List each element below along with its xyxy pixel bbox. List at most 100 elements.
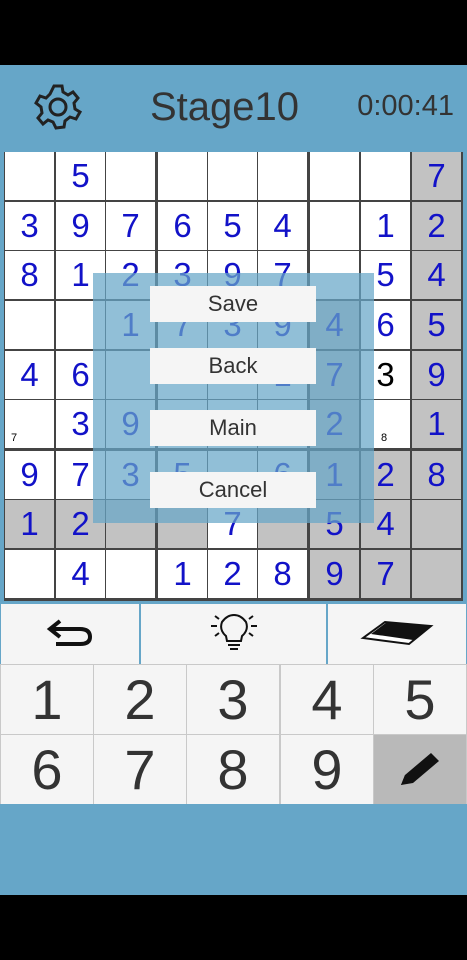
cell-digit: 3 — [20, 207, 39, 244]
board-cell[interactable] — [158, 152, 207, 200]
cell-digit: 4 — [376, 505, 395, 542]
cell-digit: 2 — [427, 207, 446, 244]
board-cell[interactable]: 9 — [412, 351, 461, 399]
board-cell[interactable] — [5, 152, 54, 200]
board-cell[interactable]: 1 — [412, 400, 461, 448]
board-cell[interactable] — [106, 152, 155, 200]
cell-digit: 3 — [71, 405, 90, 442]
key-4[interactable]: 4 — [281, 665, 373, 734]
toolbar — [0, 604, 467, 664]
board-cell[interactable]: 7 — [412, 152, 461, 200]
main-button[interactable]: Main — [150, 410, 316, 446]
board-cell[interactable]: 4 — [5, 351, 54, 399]
board-cell[interactable]: 8 — [258, 550, 307, 598]
cell-digit: 2 — [71, 505, 90, 542]
cell-digit: 1 — [71, 256, 90, 293]
erase-button[interactable] — [328, 604, 466, 664]
key-3[interactable]: 3 — [187, 665, 279, 734]
board-cell[interactable]: 6 — [158, 202, 207, 250]
cell-digit: 5 — [376, 256, 395, 293]
back-button[interactable]: Back — [150, 348, 316, 384]
cell-digit: 7 — [71, 456, 90, 493]
key-5[interactable]: 5 — [374, 665, 466, 734]
key-7[interactable]: 7 — [94, 735, 186, 804]
cell-digit: 6 — [173, 207, 192, 244]
cell-digit: 9 — [325, 555, 344, 592]
board-cell[interactable]: 9 — [56, 202, 105, 250]
hint-button[interactable] — [141, 604, 326, 664]
cancel-button[interactable]: Cancel — [150, 472, 316, 508]
cell-digit: 8 — [20, 256, 39, 293]
cell-digit: 2 — [223, 555, 242, 592]
board-cell[interactable]: 9 — [5, 451, 54, 499]
cell-digit: 6 — [376, 306, 395, 343]
cell-digit: 9 — [71, 207, 90, 244]
board-cell[interactable]: 4 — [56, 550, 105, 598]
board-cell[interactable]: 5 — [56, 152, 105, 200]
cell-digit: 2 — [376, 456, 395, 493]
nav-bar — [0, 895, 467, 960]
key-2[interactable]: 2 — [94, 665, 186, 734]
board-cell[interactable] — [412, 550, 461, 598]
board-cell[interactable]: 7 — [361, 550, 410, 598]
board-cell[interactable]: 3 — [5, 202, 54, 250]
board-cell[interactable]: 8 — [412, 451, 461, 499]
cell-digit: 8 — [427, 456, 446, 493]
board-cell[interactable]: 1 — [361, 202, 410, 250]
board-cell[interactable]: 4 — [258, 202, 307, 250]
key-9[interactable]: 9 — [281, 735, 373, 804]
cell-digit: 7 — [376, 555, 395, 592]
cell-digit: 8 — [273, 555, 292, 592]
board-cell[interactable]: 1 — [5, 500, 54, 548]
cell-digit: 4 — [273, 207, 292, 244]
timer: 0:00:41 — [357, 90, 454, 122]
board-cell[interactable]: 2 — [412, 202, 461, 250]
board-cell[interactable] — [310, 202, 359, 250]
cell-digit: 1 — [20, 505, 39, 542]
save-button[interactable]: Save — [150, 286, 316, 322]
board-cell[interactable] — [208, 152, 257, 200]
pencil-icon — [395, 737, 445, 802]
board-cell[interactable] — [258, 152, 307, 200]
board-cell[interactable]: 9 — [310, 550, 359, 598]
board-cell[interactable]: 5 — [208, 202, 257, 250]
cell-digit: 9 — [20, 456, 39, 493]
board-cell[interactable]: 7 — [106, 202, 155, 250]
board-cell[interactable] — [5, 301, 54, 349]
cell-digit: 5 — [71, 157, 90, 194]
cell-digit: 7 — [427, 157, 446, 194]
board-cell[interactable]: 4 — [412, 251, 461, 299]
key-6[interactable]: 6 — [1, 735, 93, 804]
key-8[interactable]: 8 — [187, 735, 279, 804]
board-cell[interactable]: 2 — [208, 550, 257, 598]
board-cell[interactable] — [310, 152, 359, 200]
eraser-icon — [357, 614, 437, 655]
key-1[interactable]: 1 — [1, 665, 93, 734]
board-cell[interactable] — [5, 550, 54, 598]
board-cell[interactable]: 8 — [5, 251, 54, 299]
board-cell[interactable] — [361, 152, 410, 200]
number-keypad: 1 2 3 4 5 6 7 8 9 — [0, 664, 467, 804]
cell-digit: 4 — [71, 555, 90, 592]
cell-digit: 1 — [376, 207, 395, 244]
pencil-button[interactable] — [374, 735, 466, 804]
cell-digit: 5 — [427, 306, 446, 343]
status-bar — [0, 0, 467, 65]
cell-digit: 5 — [223, 207, 242, 244]
board-cell[interactable]: 5 — [412, 301, 461, 349]
gear-icon[interactable] — [24, 82, 92, 132]
header: Stage10 0:00:41 — [0, 65, 467, 149]
cell-digit: 6 — [71, 356, 90, 393]
board-cell[interactable]: 1 — [158, 550, 207, 598]
cell-digit: 4 — [427, 256, 446, 293]
cell-note: 8 — [381, 432, 388, 444]
undo-icon — [46, 617, 94, 652]
board-cell[interactable]: 7 — [5, 400, 54, 448]
stage-title: Stage10 — [150, 85, 300, 129]
board-cell[interactable] — [412, 500, 461, 548]
lightbulb-icon — [199, 612, 269, 657]
board-cell[interactable] — [106, 550, 155, 598]
undo-button[interactable] — [1, 604, 139, 664]
cell-digit: 4 — [20, 356, 39, 393]
cell-note: 7 — [11, 432, 18, 444]
